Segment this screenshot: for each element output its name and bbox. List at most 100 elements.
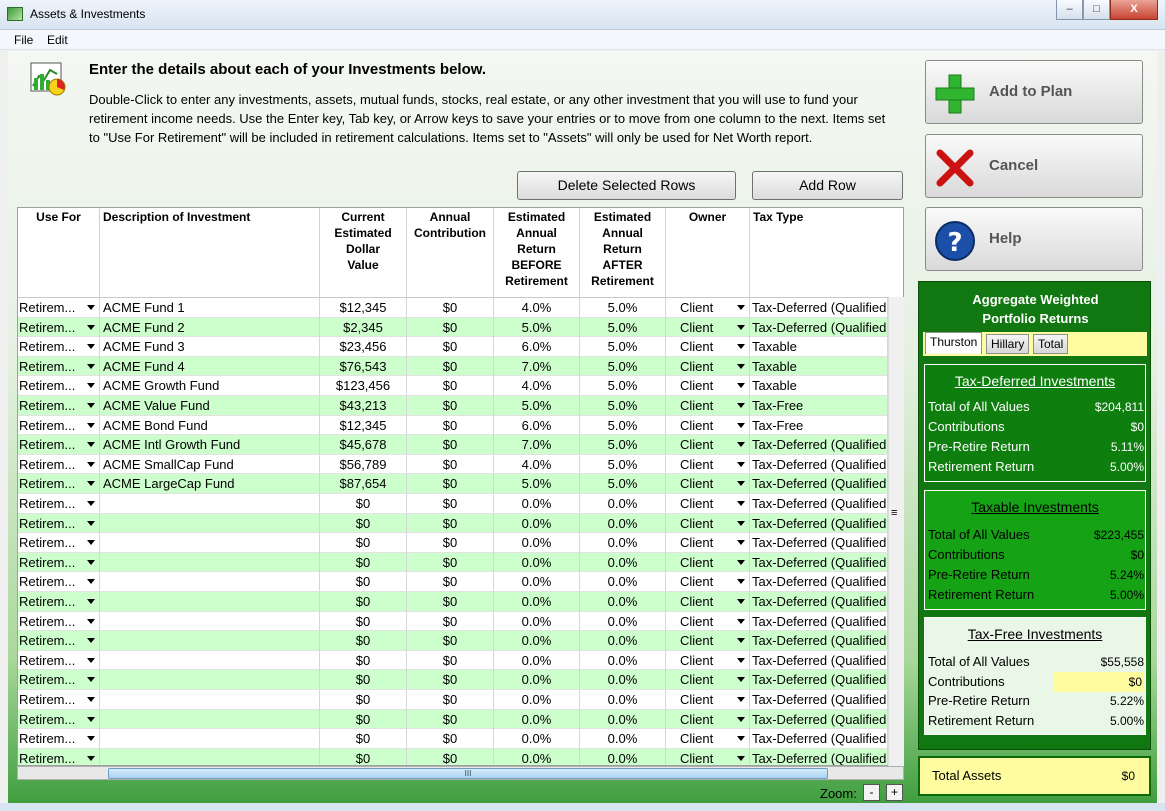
tax-type-cell[interactable]: Tax-Deferred (Qualified (750, 650, 888, 670)
dropdown-arrow-icon[interactable] (737, 403, 745, 408)
current-value-cell[interactable]: $0 (320, 650, 407, 670)
return-before-cell[interactable]: 7.0% (494, 356, 580, 376)
current-value-cell[interactable]: $12,345 (320, 298, 407, 317)
tax-type-cell[interactable]: Tax-Deferred (Qualified (750, 533, 888, 553)
use-for-dropdown[interactable]: Retirem... (18, 572, 100, 592)
dropdown-arrow-icon[interactable] (87, 697, 95, 702)
table-row[interactable]: Retirem... $0 $0 0.0% 0.0% Client Tax-Deferred… (18, 533, 888, 553)
table-row[interactable]: Retirem... $0 $0 0.0% 0.0% Client Tax-Deferred… (18, 748, 888, 765)
current-value-cell[interactable]: $56,789 (320, 454, 407, 474)
dropdown-arrow-icon[interactable] (87, 716, 95, 722)
current-value-cell[interactable]: $87,654 (320, 474, 407, 494)
tab-thurston[interactable]: Thurston (925, 332, 983, 354)
return-before-cell[interactable]: 0.0% (494, 670, 580, 690)
use-for-dropdown[interactable]: Retirem... (18, 592, 100, 611)
dropdown-arrow-icon[interactable] (87, 677, 95, 683)
annual-contribution-cell[interactable]: $0 (407, 592, 494, 611)
use-for-dropdown[interactable]: Retirem... (18, 513, 100, 533)
tax-type-cell[interactable]: Tax-Free (750, 415, 888, 435)
dropdown-arrow-icon[interactable] (87, 324, 95, 330)
dropdown-arrow-icon[interactable] (87, 305, 95, 310)
annual-contribution-cell[interactable]: $0 (407, 533, 494, 553)
dropdown-arrow-icon[interactable] (87, 442, 95, 448)
tax-type-cell[interactable]: Tax-Deferred (Qualified (750, 631, 888, 651)
dropdown-arrow-icon[interactable] (737, 677, 745, 683)
dropdown-arrow-icon[interactable] (87, 501, 95, 506)
owner-dropdown[interactable]: Client (666, 474, 750, 494)
return-after-cell[interactable]: 5.0% (580, 435, 666, 455)
return-after-cell[interactable]: 5.0% (580, 298, 666, 317)
return-after-cell[interactable]: 5.0% (580, 396, 666, 415)
owner-dropdown[interactable]: Client (666, 356, 750, 376)
description-cell[interactable] (100, 611, 320, 631)
return-before-cell[interactable]: 4.0% (494, 454, 580, 474)
table-row[interactable]: Retirem... $0 $0 0.0% 0.0% Client Tax-Deferred… (18, 690, 888, 710)
annual-contribution-cell[interactable]: $0 (407, 690, 494, 709)
zoom-out-button[interactable]: - (863, 784, 880, 801)
annual-contribution-cell[interactable]: $0 (407, 572, 494, 592)
description-cell[interactable] (100, 650, 320, 670)
col-return-after[interactable]: Estimated Annual Return AFTER Retirement (580, 208, 666, 298)
table-row[interactable]: Retirem... ACME Intl Growth Fund $45,678 $0… (18, 435, 888, 455)
col-owner[interactable]: Owner (666, 208, 750, 298)
current-value-cell[interactable]: $12,345 (320, 415, 407, 435)
return-after-cell[interactable]: 0.0% (580, 729, 666, 749)
table-row[interactable]: Retirem... $0 $0 0.0% 0.0% Client Tax-Deferred… (18, 611, 888, 632)
dropdown-arrow-icon[interactable] (737, 618, 745, 624)
description-cell[interactable]: ACME Fund 3 (100, 337, 320, 357)
table-row[interactable]: Retirem... $0 $0 0.0% 0.0% Client Tax-Deferred… (18, 729, 888, 749)
table-row[interactable]: Retirem... $0 $0 0.0% 0.0% Client Tax-Deferred… (18, 494, 888, 514)
add-to-plan-button[interactable]: Add to Plan (925, 60, 1143, 124)
use-for-dropdown[interactable]: Retirem... (18, 454, 100, 474)
use-for-dropdown[interactable]: Retirem... (18, 494, 100, 513)
dropdown-arrow-icon[interactable] (737, 755, 745, 761)
help-button[interactable]: ? Help (925, 207, 1143, 271)
horizontal-scroll-thumb[interactable]: III (108, 768, 828, 779)
table-row[interactable]: Retirem... $0 $0 0.0% 0.0% Client Tax-Deferred… (18, 631, 888, 651)
return-before-cell[interactable]: 0.0% (494, 709, 580, 729)
tax-type-cell[interactable]: Tax-Deferred (Qualified (750, 709, 888, 729)
annual-contribution-cell[interactable]: $0 (407, 317, 494, 337)
return-before-cell[interactable]: 0.0% (494, 690, 580, 709)
use-for-dropdown[interactable]: Retirem... (18, 298, 100, 317)
annual-contribution-cell[interactable]: $0 (407, 376, 494, 396)
col-description[interactable]: Description of Investment (100, 208, 320, 298)
table-row[interactable]: Retirem... $0 $0 0.0% 0.0% Client Tax-Deferred… (18, 592, 888, 612)
annual-contribution-cell[interactable]: $0 (407, 454, 494, 474)
return-before-cell[interactable]: 0.0% (494, 650, 580, 670)
use-for-dropdown[interactable]: Retirem... (18, 533, 100, 553)
use-for-dropdown[interactable]: Retirem... (18, 709, 100, 729)
owner-dropdown[interactable]: Client (666, 415, 750, 435)
use-for-dropdown[interactable]: Retirem... (18, 552, 100, 572)
return-before-cell[interactable]: 7.0% (494, 435, 580, 455)
return-after-cell[interactable]: 0.0% (580, 709, 666, 729)
tax-type-cell[interactable]: Tax-Deferred (Qualified (750, 317, 888, 337)
table-row[interactable]: Retirem... $0 $0 0.0% 0.0% Client Tax-Deferred… (18, 572, 888, 592)
return-before-cell[interactable]: 0.0% (494, 631, 580, 651)
owner-dropdown[interactable]: Client (666, 396, 750, 415)
return-before-cell[interactable]: 6.0% (494, 415, 580, 435)
owner-dropdown[interactable]: Client (666, 376, 750, 396)
owner-dropdown[interactable]: Client (666, 572, 750, 592)
description-cell[interactable] (100, 748, 320, 765)
description-cell[interactable] (100, 670, 320, 690)
dropdown-arrow-icon[interactable] (87, 599, 95, 604)
description-cell[interactable]: ACME Fund 2 (100, 317, 320, 337)
menu-file[interactable]: File (14, 33, 33, 47)
dropdown-arrow-icon[interactable] (737, 324, 745, 330)
table-row[interactable]: Retirem... ACME Bond Fund $12,345 $0 6.0% 5.0… (18, 415, 888, 436)
tab-hillary[interactable]: Hillary (986, 334, 1030, 354)
owner-dropdown[interactable]: Client (666, 709, 750, 729)
return-after-cell[interactable]: 0.0% (580, 513, 666, 533)
return-before-cell[interactable]: 5.0% (494, 474, 580, 494)
table-row[interactable]: Retirem... $0 $0 0.0% 0.0% Client Tax-Deferred… (18, 650, 888, 671)
add-row-button[interactable]: Add Row (752, 171, 903, 200)
use-for-dropdown[interactable]: Retirem... (18, 729, 100, 749)
current-value-cell[interactable]: $0 (320, 748, 407, 765)
use-for-dropdown[interactable]: Retirem... (18, 690, 100, 709)
return-after-cell[interactable]: 5.0% (580, 317, 666, 337)
current-value-cell[interactable]: $0 (320, 631, 407, 651)
use-for-dropdown[interactable]: Retirem... (18, 376, 100, 396)
table-row[interactable]: Retirem... ACME Fund 1 $12,345 $0 4.0% 5.0% Cl… (18, 298, 888, 318)
owner-dropdown[interactable]: Client (666, 690, 750, 709)
